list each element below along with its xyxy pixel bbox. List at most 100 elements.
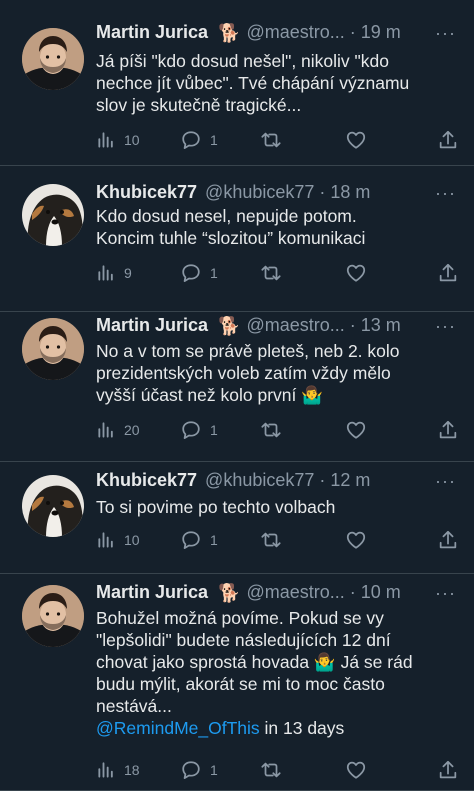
tweet-text-line: No a v tom se právě pleteš, neb 2. kolo [96,341,400,361]
author-name[interactable]: Khubicek77 [96,470,197,490]
timestamp[interactable]: · 10 m [350,582,401,602]
tweet-text-line: Koncim tuhle “slozitou” komunikaci [96,228,366,248]
reply-button[interactable]: 1 [180,528,218,552]
retweet-button[interactable] [260,261,282,285]
mention-tail: in 13 days [259,718,345,738]
share-button[interactable] [437,418,459,442]
reply-bubble-icon [180,529,202,551]
author-handle[interactable]: @maestro... [246,582,344,602]
retweet-button[interactable] [260,758,282,782]
share-icon [437,129,459,151]
more-options-icon[interactable]: ··· [435,584,456,602]
like-button[interactable] [345,528,367,552]
reply-count: 1 [210,422,218,438]
reply-bubble-icon [180,419,202,441]
views-count: 10 [124,132,140,148]
tweet[interactable]: Martin Jurica 🐕 @maestro... · 13 m ··· No … [0,312,474,462]
author-name[interactable]: Martin Jurica [96,315,208,335]
retweet-icon [260,759,282,781]
retweet-icon [260,419,282,441]
dog-emoji-badge: 🐕 [218,316,241,336]
timestamp[interactable]: · 19 m [350,22,401,42]
reply-button[interactable]: 1 [180,758,218,782]
heart-icon [345,419,367,441]
share-icon [437,419,459,441]
views-count: 18 [124,762,140,778]
bar-chart-icon [96,760,116,780]
heart-icon [345,262,367,284]
author-name[interactable]: Martin Jurica [96,582,208,602]
author-handle[interactable]: @maestro... [246,315,344,335]
more-options-icon[interactable]: ··· [435,184,456,202]
reply-count: 1 [210,265,218,281]
tweet-text-line: nestává... [96,696,172,716]
views-button[interactable]: 20 [96,418,140,442]
retweet-button[interactable] [260,418,282,442]
more-options-icon[interactable]: ··· [435,24,456,42]
mention-link[interactable]: @RemindMe_OfThis [96,718,260,738]
tweet-text-line: slov je skutečně tragické... [96,95,302,115]
tweet-text-line: nechce jít vůbec". Tvé chápání významu [96,73,410,93]
tweet-header: Khubicek77 @khubicek77 · 12 m [96,468,464,492]
author-handle[interactable]: @khubicek77 [205,470,314,490]
share-button[interactable] [437,128,459,152]
author-name[interactable]: Martin Jurica [96,22,208,42]
retweet-icon [260,529,282,551]
heart-icon [345,129,367,151]
heart-icon [345,529,367,551]
tweet-text-line: Bohužel možná povíme. Pokud se vy [96,608,384,628]
tweet-text-line: prezidentských voleb zatím vždy mělo [96,363,391,383]
more-options-icon[interactable]: ··· [435,472,456,490]
bar-chart-icon [96,420,116,440]
reply-count: 1 [210,132,218,148]
like-button[interactable] [345,758,367,782]
tweet[interactable]: Khubicek77 @khubicek77 · 12 m ··· To si p… [0,462,474,574]
reply-button[interactable]: 1 [180,261,218,285]
retweet-button[interactable] [260,128,282,152]
reply-button[interactable]: 1 [180,418,218,442]
author-handle[interactable]: @khubicek77 [205,182,314,202]
bar-chart-icon [96,130,116,150]
share-button[interactable] [437,261,459,285]
avatar[interactable] [22,585,84,647]
avatar[interactable] [22,184,84,246]
reply-bubble-icon [180,759,202,781]
views-count: 9 [124,265,132,281]
bar-chart-icon [96,263,116,283]
tweet-text-line: To si povime po techto volbach [96,497,336,517]
share-button[interactable] [437,528,459,552]
avatar[interactable] [22,28,84,90]
share-button[interactable] [437,758,459,782]
author-handle[interactable]: @maestro... [246,22,344,42]
avatar[interactable] [22,318,84,380]
tweet[interactable]: Khubicek77 @khubicek77 · 18 m ··· Kdo dos… [0,166,474,312]
reply-count: 1 [210,532,218,548]
more-options-icon[interactable]: ··· [435,317,456,335]
author-name[interactable]: Khubicek77 [96,182,197,202]
like-button[interactable] [345,418,367,442]
views-button[interactable]: 18 [96,758,140,782]
reply-bubble-icon [180,129,202,151]
retweet-button[interactable] [260,528,282,552]
views-button[interactable]: 10 [96,528,140,552]
like-button[interactable] [345,261,367,285]
tweet[interactable]: Martin Jurica 🐕 @maestro... · 19 m ··· Já … [0,0,474,166]
like-button[interactable] [345,128,367,152]
timestamp[interactable]: · 18 m [319,182,370,202]
retweet-icon [260,262,282,284]
avatar[interactable] [22,475,84,537]
action-bar: 20 1 [96,418,456,442]
timestamp[interactable]: · 12 m [319,470,370,490]
tweet-body: Já píši "kdo dosud nešel", nikoliv "kdo n… [96,50,446,116]
action-bar: 18 1 [96,758,456,782]
views-button[interactable]: 9 [96,261,132,285]
action-bar: 9 1 [96,261,456,285]
tweet-body: To si povime po techto volbach [96,496,446,518]
tweet-text-line: chovat jako sprostá hovada 🤷‍♂️ Já se rá… [96,652,413,672]
reply-button[interactable]: 1 [180,128,218,152]
tweet-header: Martin Jurica 🐕 @maestro... · 13 m [96,313,464,337]
reply-count: 1 [210,762,218,778]
tweet[interactable]: Martin Jurica 🐕 @maestro... · 10 m ··· Boh… [0,574,474,791]
views-button[interactable]: 10 [96,128,140,152]
timestamp[interactable]: · 13 m [350,315,401,335]
